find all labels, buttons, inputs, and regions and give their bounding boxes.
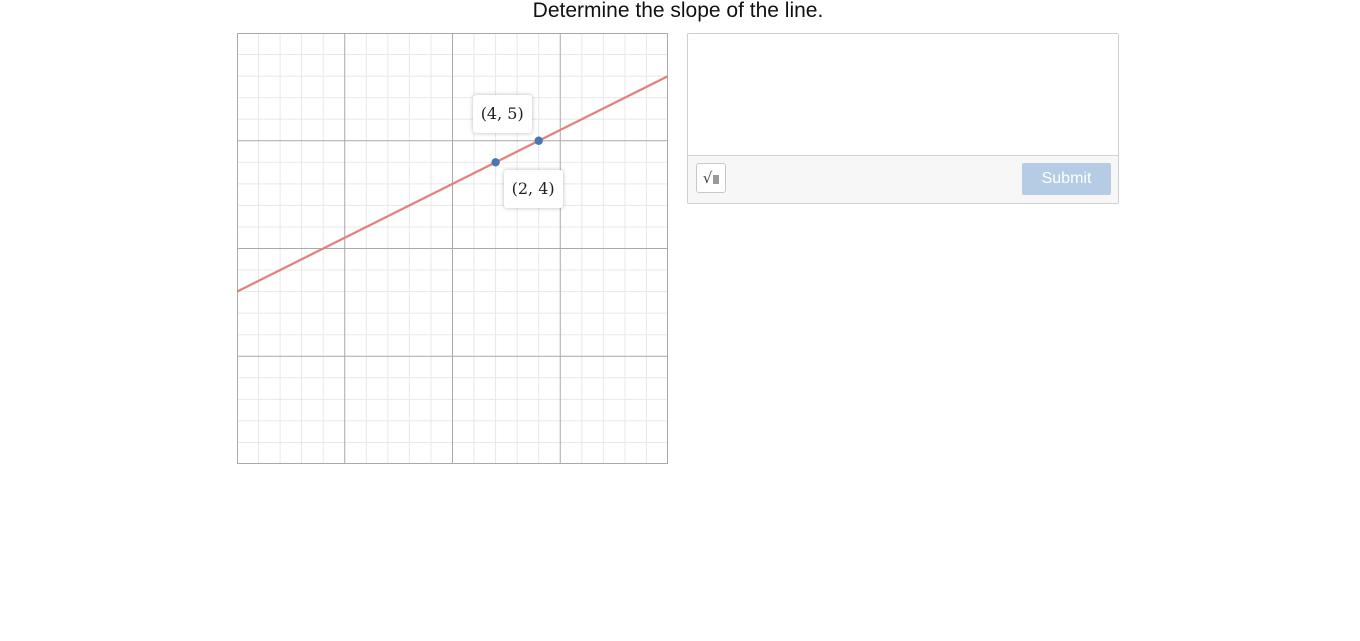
sqrt-icon[interactable]: √ [696,163,726,193]
coordinate-graph: (2, 4) (4, 5) [237,33,668,464]
graph-canvas [237,33,668,464]
answer-panel: √ Submit [687,33,1119,204]
question-prompt: Determine the slope of the line. [532,0,824,22]
answer-toolbar: √ Submit [688,155,1118,203]
graph-point [534,136,543,145]
point-label: (4, 5) [472,94,532,133]
submit-button[interactable]: Submit [1022,163,1111,195]
point-label: (2, 4) [503,170,563,209]
graph-point [491,158,500,167]
answer-input[interactable] [688,34,1118,155]
